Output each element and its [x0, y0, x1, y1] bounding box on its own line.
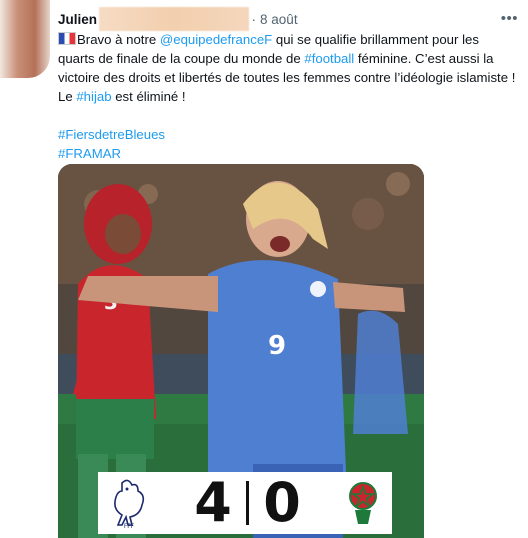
tweet-date[interactable]: 8 août — [260, 12, 298, 27]
hashtag-link[interactable]: #FRAMAR — [58, 144, 518, 163]
score-right: 0 — [263, 471, 301, 534]
tweet-text: Bravo à notre @equipedefranceF qui se qu… — [58, 30, 518, 163]
scoreboard: FFF 4 0 — [98, 472, 392, 534]
tweet-media-image[interactable]: 3 9 FFF 4 0 — [58, 164, 424, 538]
redacted-overlay — [99, 7, 250, 31]
text-part: est éliminé ! — [111, 89, 186, 104]
avatar[interactable] — [0, 0, 50, 78]
hashtag-link[interactable]: #FiersdetreBleues — [58, 125, 518, 144]
tweet-header: Julien ul · 8 août — [58, 7, 298, 31]
france-rooster-crest-icon: FFF — [114, 479, 145, 529]
center-jersey-number: 9 — [268, 331, 286, 361]
score-left: 4 — [194, 471, 232, 534]
morocco-crest-icon — [349, 482, 377, 524]
hashtag-link[interactable]: #hijab — [76, 89, 111, 104]
more-horizontal-icon[interactable]: ••• — [501, 10, 518, 27]
separator-dot: · — [251, 11, 257, 27]
hashtag-link[interactable]: #football — [304, 51, 354, 66]
score-divider — [246, 481, 249, 525]
svg-text:FFF: FFF — [124, 523, 135, 529]
france-flag-icon — [58, 32, 76, 45]
text-part: Bravo à notre — [77, 32, 160, 47]
mention-link[interactable]: @equipedefranceF — [160, 32, 272, 47]
author-name[interactable]: Julien — [58, 12, 97, 27]
